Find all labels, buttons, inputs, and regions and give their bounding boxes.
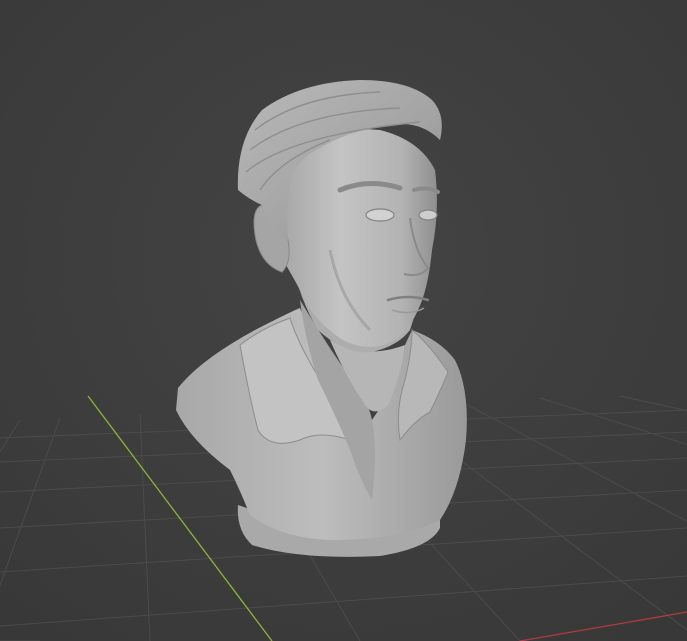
3d-viewport[interactable] [0, 0, 687, 641]
